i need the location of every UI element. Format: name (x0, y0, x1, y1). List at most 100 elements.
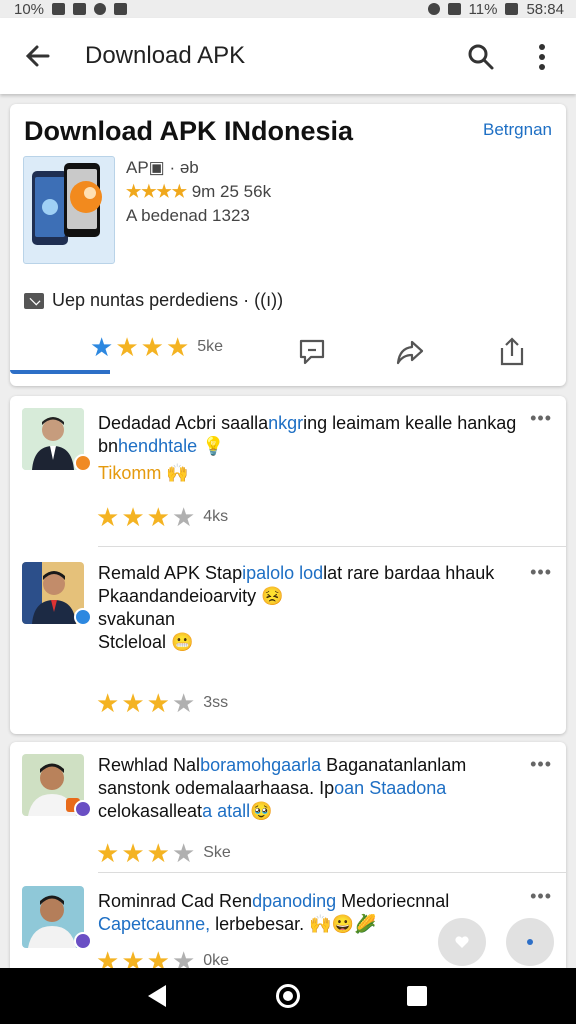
star-icon: ★ (121, 688, 145, 718)
review-highlight: Capetcaunne, (98, 914, 211, 934)
app-bar: Download APK (0, 18, 576, 94)
review-rating-text: 4ks (203, 508, 229, 525)
star-icon: ★ (171, 502, 196, 532)
app-meta-stats: 9m 25 56k (191, 182, 272, 201)
review-text: Rewhlad Nalboramohgaarla Baganatanlanlam… (98, 754, 518, 823)
review-highlight: ipalolo lod (242, 563, 324, 583)
notice-row: Uep nuntas perdediens · ((ı)) (24, 290, 283, 311)
user-badge-icon (74, 608, 92, 626)
review-text-part: Rominrad Cad Ren (98, 891, 253, 911)
wifi-icon (447, 3, 461, 15)
more-horiz-icon[interactable]: ••• (530, 562, 552, 583)
star-icon: ★ (165, 332, 190, 362)
status-time: 58:84 (526, 0, 564, 18)
star-icon: ★ (90, 332, 114, 362)
review-highlight: a atall (202, 801, 251, 821)
review-text-part: Dedadad Acbri saalla (98, 413, 269, 433)
review-highlight: boramohgaarla (200, 755, 322, 775)
review-emoji: 🥹 (250, 801, 273, 821)
notification-icon (73, 3, 87, 15)
battery-percent: 10% (14, 0, 45, 18)
review-line: Stcleloal 😬 (98, 632, 194, 652)
rating-stars: ★★★★ (126, 182, 187, 201)
review-text-part: celokasalleat (98, 801, 203, 821)
review-rating-text: Ske (203, 844, 231, 861)
review-rating: ★ ★ ★ ★ Ske (96, 840, 231, 866)
tab-indicator (10, 370, 110, 374)
review-highlight: nkgr (268, 413, 304, 433)
review-rating-text: 0ke (203, 952, 230, 968)
star-icon: ★ (96, 688, 120, 718)
back-arrow-icon[interactable] (22, 40, 54, 72)
app-meta-line: ★★★★ 9m 25 56k (126, 180, 271, 204)
review-text: Remald APK Stapipalolo lodlat rare barda… (98, 562, 518, 654)
star-icon: ★ (96, 502, 120, 532)
more-horiz-icon[interactable]: ••• (530, 754, 552, 775)
floating-action-button[interactable] (506, 918, 554, 966)
review-text-part: Remald APK Stap (98, 563, 243, 583)
notice-text: Uep nuntas perdediens · ((ı)) (52, 290, 284, 310)
status-bar: 10% 11% 58:84 (0, 0, 576, 18)
system-nav-bar (0, 968, 576, 1024)
review-rating-text: 3ss (203, 694, 229, 711)
review-rating: ★ ★ ★ ★ 0ke (96, 948, 229, 968)
review-text: Dedadad Acbri saallankgring leaimam keal… (98, 412, 518, 485)
share-icon[interactable] (394, 336, 426, 368)
nav-home-icon[interactable] (276, 984, 300, 1008)
app-icon (23, 156, 115, 264)
star-icon: ★ (140, 332, 164, 362)
review-line: celokasalleata atall🥹 (98, 800, 518, 823)
dot-icon (527, 939, 533, 945)
search-icon[interactable] (466, 42, 496, 72)
more-horiz-icon[interactable]: ••• (530, 408, 552, 429)
review-rating: ★ ★ ★ ★ 4ks (96, 504, 228, 530)
review-line: Pkaandandeioarvity 😣 (98, 586, 284, 606)
notification-icon (52, 3, 66, 15)
review-highlight: hendhtale (118, 436, 198, 456)
battery-icon (505, 3, 519, 15)
review-rating: ★ ★ ★ ★ 3ss (96, 690, 228, 716)
review-highlight: dpanoding (252, 891, 337, 911)
export-icon[interactable] (496, 336, 528, 368)
star-icon: ★ (96, 838, 120, 868)
page-title: Download APK (85, 42, 246, 69)
review-emoji: 💡 (197, 436, 225, 456)
star-icon: ★ (121, 838, 145, 868)
alarm-icon (427, 3, 440, 15)
review-text-part: Medoriecnnal (336, 891, 450, 911)
review-text-part: Rewhlad Nal (98, 755, 201, 775)
header-link[interactable]: Betrgnan (483, 120, 552, 140)
star-icon: ★ (121, 946, 145, 968)
heart-icon (455, 936, 469, 948)
more-vert-icon[interactable] (532, 42, 552, 72)
notification-icon (94, 3, 107, 15)
more-horiz-icon[interactable]: ••• (530, 886, 552, 907)
app-meta-line: A bedenad 1323 (126, 206, 250, 225)
star-icon: ★ (146, 946, 170, 968)
rating-control[interactable]: ★ ★ ★ ★ 5ke (90, 334, 223, 360)
star-icon: ★ (171, 946, 196, 968)
review-text-part: lerbebesar. 🙌😀🌽 (210, 914, 377, 934)
star-icon: ★ (146, 688, 170, 718)
review-text-part: lat rare bardaa hhauk (323, 563, 495, 583)
app-meta: AP▣ · əb ★★★★ 9m 25 56k A bedenad 1323 (126, 156, 271, 228)
mail-icon (24, 292, 44, 309)
floating-action-button[interactable] (438, 918, 486, 966)
star-icon: ★ (146, 838, 170, 868)
review-highlight: oan Staadona (334, 778, 447, 798)
app-meta-line: AP▣ · əb (126, 158, 199, 177)
nav-recents-icon[interactable] (407, 986, 427, 1006)
review-line: svakunan (98, 609, 176, 629)
star-icon: ★ (171, 838, 196, 868)
nav-back-icon[interactable] (148, 985, 166, 1007)
divider (98, 872, 566, 873)
user-badge-icon (74, 932, 92, 950)
star-icon: ★ (121, 502, 145, 532)
action-row: ★ ★ ★ ★ 5ke (10, 330, 566, 374)
star-icon: ★ (115, 332, 139, 362)
star-icon: ★ (146, 502, 170, 532)
comment-icon[interactable] (296, 336, 328, 368)
user-badge-icon (74, 800, 92, 818)
rating-count: 5ke (197, 338, 224, 355)
review-tag: Tikomm 🙌 (98, 463, 189, 483)
